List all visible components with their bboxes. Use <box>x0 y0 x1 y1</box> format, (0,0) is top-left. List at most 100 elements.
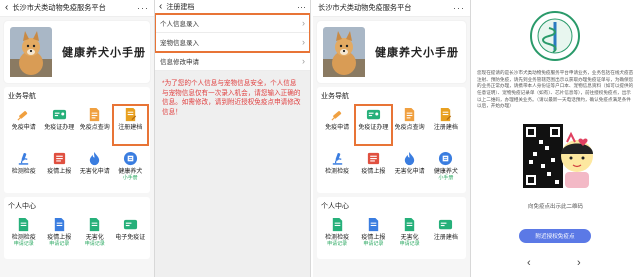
nav-immune-cert[interactable]: 免疫证办理 <box>354 104 393 146</box>
personal-sublabel: 申请记录 <box>399 240 420 247</box>
doc-green-icon <box>404 217 415 232</box>
personal-sublabel: 申请记录 <box>49 240 70 247</box>
nav-health-manual[interactable]: 健康养犬 小手册 <box>113 149 149 189</box>
card-icon <box>123 219 137 230</box>
back-icon[interactable]: ‹ <box>159 1 162 12</box>
flame-icon <box>404 151 415 166</box>
nav-immune-cert[interactable]: 免疫证办理 <box>42 105 78 145</box>
id-card-icon <box>366 109 380 120</box>
nav-sublabel: 小手册 <box>122 174 138 181</box>
report-icon <box>367 152 379 165</box>
chevron-right-icon: › <box>302 18 305 28</box>
dog-photo <box>323 27 365 77</box>
chevron-right-icon: › <box>302 56 305 66</box>
list-item-modify-request[interactable]: 信息修改申请 › <box>155 52 310 71</box>
chevron-right-icon: › <box>302 37 305 47</box>
chevron-left-icon[interactable]: ‹ <box>527 257 531 269</box>
nav-label: 检测检疫 <box>11 169 36 175</box>
id-card-icon <box>52 109 66 120</box>
veterinary-logo <box>530 11 580 61</box>
register-highlight-group: 个人信息录入 › 宠物信息录入 › <box>155 13 310 53</box>
nav-register[interactable]: 注册建档 <box>111 104 149 146</box>
personal-label: 电子免疫证 <box>115 235 146 241</box>
nav-label: 免疫申请 <box>325 125 350 131</box>
nav-label: 疫情上报 <box>361 169 386 175</box>
nav-inspection[interactable]: 检测检疫 <box>319 149 355 189</box>
business-nav-card: 业务导航 免疫申请 免疫证办理 免疫点查询 注册建档 检测检疫 疫情上报 无害化… <box>4 87 150 193</box>
doc-blue-icon <box>332 217 342 232</box>
screen-qr-code: 您现在提请的是长沙市犬类动物免疫服务平台申请业务，业务包括在线犬疫苗注射、预防免… <box>471 0 640 277</box>
hero-title: 健康养犬小手册 <box>375 46 459 59</box>
personal-inspection-records[interactable]: 检测检疫 申请记录 <box>319 215 355 255</box>
edit-doc-icon <box>125 107 136 122</box>
screen-home-2: 长沙市犬类动物免疫服务平台 ··· 健康养犬小手册 业务导航 免疫申请 免疫证办… <box>313 0 471 277</box>
more-icon[interactable]: ··· <box>137 3 149 13</box>
edit-doc-icon <box>441 107 452 122</box>
personal-center-card: 个人中心 检测检疫 申请记录 疫情上报 申请记录 无害化 申请记录 电子免疫证 <box>4 197 150 259</box>
personal-harmless-records[interactable]: 无害化 申请记录 <box>77 215 113 255</box>
screen-register: ‹ 注册建档 ··· 个人信息录入 › 宠物信息录入 › 信息修改申请 › *为… <box>155 0 311 277</box>
personal-e-cert[interactable]: 电子免疫证 <box>113 215 149 255</box>
nav-label: 免疫点查询 <box>79 125 110 131</box>
nav-immune-apply[interactable]: 免疫申请 <box>319 105 355 145</box>
back-icon[interactable]: ‹ <box>5 3 8 13</box>
nav-immune-point[interactable]: 免疫点查询 <box>77 105 113 145</box>
more-icon[interactable]: ··· <box>297 2 306 12</box>
nav-inspection[interactable]: 检测检疫 <box>6 149 42 189</box>
dog-photo <box>10 27 52 77</box>
hero-banner: 健康养犬小手册 <box>317 21 466 83</box>
doc-blue-icon <box>54 217 64 232</box>
nav-immune-point[interactable]: 免疫点查询 <box>392 105 428 145</box>
register-list: 个人信息录入 › 宠物信息录入 › 信息修改申请 › <box>155 13 310 71</box>
nav-health-manual[interactable]: 健康养犬 小手册 <box>428 149 464 189</box>
nav-harmless[interactable]: 无害化申请 <box>77 149 113 189</box>
nav-register[interactable]: 注册建档 <box>428 105 464 145</box>
top-bar: ‹ 长沙市犬类动物免疫服务平台 ··· <box>0 0 154 17</box>
top-bar: ‹ 注册建档 ··· <box>155 0 310 13</box>
doc-blue-icon <box>368 217 379 232</box>
personal-grid: 检测检疫 申请记录 疫情上报 申请记录 无害化 申请记录 电子免疫证 <box>4 213 150 259</box>
personal-sublabel: 申请记录 <box>327 240 348 247</box>
nav-label: 免疫证办理 <box>44 125 75 131</box>
page-title: 注册建档 <box>166 3 195 11</box>
hero-title: 健康养犬小手册 <box>62 46 146 59</box>
document-icon <box>404 107 415 122</box>
page-title: 长沙市犬类动物免疫服务平台 <box>12 3 106 12</box>
nav-label: 无害化申请 <box>79 169 110 175</box>
nav-harmless[interactable]: 无害化申请 <box>392 149 428 189</box>
card-icon <box>439 219 453 230</box>
nav-label: 免疫点查询 <box>394 125 425 131</box>
nearby-points-button[interactable]: 附近授权免疫点 <box>519 229 591 243</box>
list-item-label: 宠物信息录入 <box>160 40 199 47</box>
list-item-label: 信息修改申请 <box>160 59 199 66</box>
business-grid: 免疫申请 免疫证办理 免疫点查询 注册建档 检测检疫 疫情上报 无害化申请 健康… <box>4 103 150 193</box>
book-icon <box>439 151 453 166</box>
personal-harmless-records[interactable]: 无害化 申请记录 <box>392 215 428 255</box>
nav-immune-apply[interactable]: 免疫申请 <box>6 105 42 145</box>
list-item-pet-info[interactable]: 宠物信息录入 › <box>155 33 310 52</box>
list-item-label: 个人信息录入 <box>160 21 199 28</box>
nav-label: 检测检疫 <box>325 169 350 175</box>
personal-inspection-records[interactable]: 检测检疫 申请记录 <box>6 215 42 255</box>
syringe-icon <box>17 111 28 121</box>
qr-code-image <box>523 124 593 188</box>
page-title: 长沙市犬类动物免疫服务平台 <box>318 3 412 12</box>
list-item-personal-info[interactable]: 个人信息录入 › <box>155 14 310 33</box>
personal-register[interactable]: 注册建档 <box>428 215 464 255</box>
microscope-icon <box>332 153 342 165</box>
business-grid: 免疫申请 免疫证办理 免疫点查询 注册建档 检测检疫 疫情上报 无害化申请 健康… <box>317 103 466 193</box>
personal-center-card: 个人中心 检测检疫 申请记录 疫情上报 申请记录 无害化 申请记录 注册建档 <box>317 197 466 259</box>
section-title: 业务导航 <box>8 93 36 100</box>
description-text: 您现在提请的是长沙市犬类动物免疫服务平台申请业务，业务包括在线犬疫苗注射、预防免… <box>477 70 634 109</box>
microscope-icon <box>19 153 29 165</box>
personal-epidemic-records[interactable]: 疫情上报 申请记录 <box>42 215 78 255</box>
doc-blue-icon <box>19 217 29 232</box>
nav-label: 免疫证办理 <box>358 125 389 131</box>
personal-epidemic-records[interactable]: 疫情上报 申请记录 <box>355 215 391 255</box>
chevron-right-icon[interactable]: › <box>577 257 581 269</box>
nav-epidemic-report[interactable]: 疫情上报 <box>355 149 391 189</box>
personal-sublabel: 申请记录 <box>13 240 34 247</box>
nav-epidemic-report[interactable]: 疫情上报 <box>42 149 78 189</box>
book-icon <box>123 151 137 166</box>
more-icon[interactable]: ··· <box>453 3 465 13</box>
